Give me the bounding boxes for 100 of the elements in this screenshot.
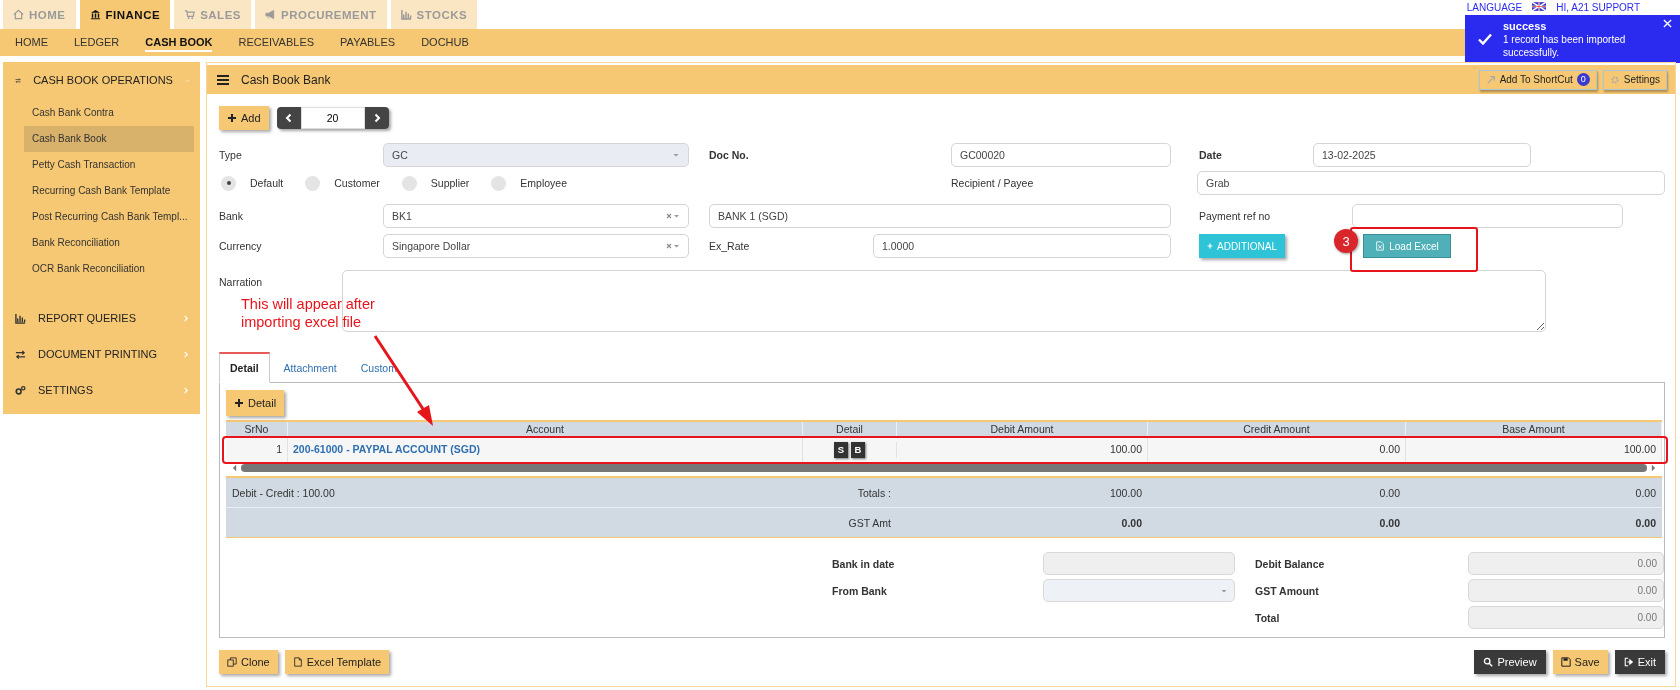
plus-icon — [1207, 241, 1213, 251]
add-button[interactable]: Add — [219, 106, 269, 130]
sidebar-item[interactable]: Petty Cash Transaction — [24, 152, 194, 178]
save-button[interactable]: Save — [1552, 650, 1608, 674]
close-icon[interactable] — [1663, 19, 1672, 28]
previous-button[interactable] — [276, 107, 301, 129]
sidebar-item[interactable]: Recurring Cash Bank Template — [24, 178, 194, 204]
column-header: Debit Amount — [897, 422, 1148, 437]
clone-button[interactable]: Clone — [219, 650, 278, 674]
home-icon — [13, 9, 24, 20]
currency-select[interactable]: Singapore Dollar — [383, 234, 689, 258]
sidebar-item[interactable]: Cash Bank Contra — [24, 100, 194, 126]
amount-field[interactable]: 0.00 — [1468, 579, 1664, 602]
add-detail-button[interactable]: Detail — [226, 390, 285, 416]
doc-no-field[interactable]: GC00020 — [951, 143, 1171, 167]
menu-icon[interactable] — [217, 74, 229, 85]
nav-link[interactable]: LEDGER — [74, 33, 120, 52]
preview-button[interactable]: Preview — [1474, 650, 1546, 674]
radio-button[interactable] — [221, 175, 236, 191]
radio-label[interactable]: Customer — [334, 177, 380, 189]
bank-in-date-field[interactable] — [1043, 552, 1235, 575]
total-value: 0.00 — [1634, 486, 1657, 499]
nav-link[interactable]: HOME — [15, 33, 48, 52]
amount-field[interactable]: 0.00 — [1468, 552, 1664, 575]
scroll-left-icon[interactable] — [232, 464, 237, 472]
field-label: Payment ref no — [1199, 210, 1272, 222]
scroll-right-icon[interactable] — [1651, 464, 1656, 472]
clear-dropdown-control[interactable] — [666, 212, 680, 220]
sidebar-item[interactable]: Post Recurring Cash Bank Templ... — [24, 204, 194, 230]
bar-chart-icon — [400, 9, 412, 20]
table-cell: 1 — [226, 437, 288, 462]
exchange-rate-field[interactable]: 1.0000 — [873, 234, 1171, 258]
sidebar-section[interactable]: REPORT QUERIES — [3, 302, 200, 334]
column-header: Credit Amount — [1148, 422, 1406, 437]
detail-tab[interactable]: Attachment — [273, 354, 347, 382]
step-number-badge: 3 — [1334, 229, 1358, 253]
sidebar-section[interactable]: DOCUMENT PRINTING — [3, 338, 200, 370]
narration-field[interactable] — [342, 270, 1546, 332]
column-header: SrNo — [226, 422, 288, 437]
totals-label: Totals : — [856, 486, 892, 499]
gst-value: 0.00 — [1378, 516, 1401, 529]
table-cell: 0.00 — [1148, 437, 1406, 462]
detail-tab[interactable]: Detail — [219, 352, 270, 383]
detail-badge[interactable]: B — [851, 441, 865, 458]
sidebar-item[interactable]: OCR Bank Reconciliation — [24, 256, 194, 282]
table-cell: 100.00 — [1406, 437, 1662, 462]
nav-link[interactable]: DOCHUB — [421, 33, 469, 52]
exit-button[interactable]: Exit — [1614, 650, 1665, 674]
radio-label[interactable]: Supplier — [430, 177, 470, 189]
plus-icon — [227, 113, 237, 123]
gears-icon — [15, 384, 26, 396]
copy-icon — [227, 657, 237, 667]
field-label: Date — [1199, 149, 1223, 161]
amount-field[interactable]: 0.00 — [1468, 606, 1664, 629]
record-number-field[interactable]: 20 — [300, 107, 365, 129]
payment-ref-field[interactable] — [1352, 204, 1623, 228]
field-label: Total — [1255, 611, 1281, 624]
next-button[interactable] — [364, 107, 389, 129]
bank-select[interactable]: BK1 — [383, 204, 689, 228]
radio-button[interactable] — [305, 175, 321, 191]
radio-label[interactable]: Employee — [520, 177, 568, 189]
cart-icon — [184, 9, 196, 20]
field-label: Debit Balance — [1255, 557, 1326, 570]
settings-button[interactable]: Settings — [1602, 69, 1667, 90]
user-greeting[interactable]: HI, A21 SUPPORT — [1556, 2, 1640, 13]
radio-button[interactable] — [491, 175, 507, 191]
field-label: Type — [219, 149, 243, 161]
sidebar-item[interactable]: Bank Reconciliation — [24, 230, 194, 256]
annotation-text: This will appear after importing excel file — [241, 295, 376, 331]
total-value: 100.00 — [1108, 486, 1143, 499]
bar-chart-icon — [15, 312, 26, 324]
module-tab[interactable]: FINANCE — [79, 0, 171, 29]
add-to-shortcut-button[interactable]: Add To ShortCut 0 — [1478, 69, 1597, 90]
settings-icon — [1609, 74, 1620, 85]
sidebar-section[interactable]: SETTINGS — [3, 374, 200, 406]
bank-icon — [89, 9, 101, 20]
bank-name-field[interactable]: BANK 1 (SGD) — [709, 204, 1171, 228]
account-link[interactable]: 200-61000 - PAYPAL ACCOUNT (SGD) — [293, 443, 481, 455]
swap-arrows-icon — [15, 348, 26, 360]
type-select[interactable]: GC — [383, 143, 689, 167]
nav-link[interactable]: CASH BOOK — [145, 33, 213, 52]
check-icon — [1477, 31, 1493, 47]
excel-template-button[interactable]: Excel Template — [284, 650, 390, 674]
nav-link[interactable]: RECEIVABLES — [238, 33, 315, 52]
sidebar-item[interactable]: Cash Bank Book — [24, 126, 194, 152]
flag-icon[interactable] — [1532, 2, 1547, 11]
nav-link[interactable]: PAYABLES — [340, 33, 396, 52]
language-label[interactable]: LANGUAGE — [1466, 2, 1523, 13]
recipient-field[interactable]: Grab — [1197, 171, 1665, 195]
date-field[interactable]: 13-02-2025 — [1313, 143, 1531, 167]
sidebar-section[interactable]: CASH BOOK OPERATIONS — [3, 64, 200, 96]
link-icon — [1485, 74, 1496, 85]
clear-dropdown-icon — [666, 242, 680, 250]
detail-badge[interactable]: S — [834, 441, 848, 458]
radio-label[interactable]: Default — [250, 177, 284, 189]
plus-icon — [234, 398, 244, 408]
radio-button[interactable] — [401, 175, 417, 191]
clear-dropdown-control[interactable] — [666, 242, 680, 250]
field-label: Bank — [219, 210, 244, 222]
chevron-left-icon — [283, 113, 294, 123]
